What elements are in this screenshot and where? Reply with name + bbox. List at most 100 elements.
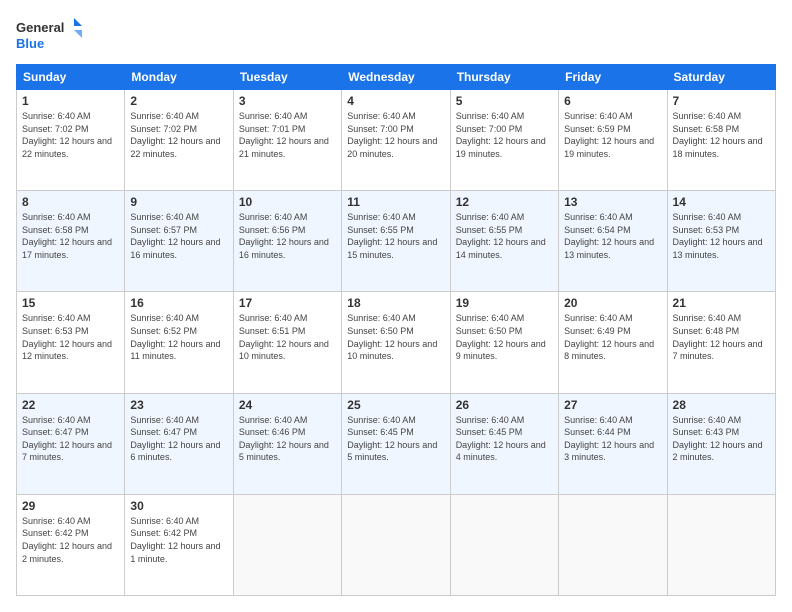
day-info: Sunrise: 6:40 AMSunset: 6:58 PMDaylight:… xyxy=(22,211,119,261)
day-info: Sunrise: 6:40 AMSunset: 6:48 PMDaylight:… xyxy=(673,312,770,362)
day-info: Sunrise: 6:40 AMSunset: 6:46 PMDaylight:… xyxy=(239,414,336,464)
weekday-header-monday: Monday xyxy=(125,65,233,90)
day-info: Sunrise: 6:40 AMSunset: 6:58 PMDaylight:… xyxy=(673,110,770,160)
svg-text:General: General xyxy=(16,20,64,35)
day-info: Sunrise: 6:40 AMSunset: 6:42 PMDaylight:… xyxy=(22,515,119,565)
day-number: 18 xyxy=(347,296,444,310)
day-cell-5: 5 Sunrise: 6:40 AMSunset: 7:00 PMDaylight… xyxy=(450,90,558,191)
day-info: Sunrise: 6:40 AMSunset: 7:00 PMDaylight:… xyxy=(347,110,444,160)
day-cell-29: 29 Sunrise: 6:40 AMSunset: 6:42 PMDayligh… xyxy=(17,494,125,595)
empty-cell xyxy=(667,494,775,595)
day-cell-1: 1 Sunrise: 6:40 AMSunset: 7:02 PMDaylight… xyxy=(17,90,125,191)
day-cell-15: 15 Sunrise: 6:40 AMSunset: 6:53 PMDayligh… xyxy=(17,292,125,393)
day-info: Sunrise: 6:40 AMSunset: 6:56 PMDaylight:… xyxy=(239,211,336,261)
day-cell-7: 7 Sunrise: 6:40 AMSunset: 6:58 PMDaylight… xyxy=(667,90,775,191)
day-info: Sunrise: 6:40 AMSunset: 6:44 PMDaylight:… xyxy=(564,414,661,464)
day-number: 12 xyxy=(456,195,553,209)
week-row-2: 8 Sunrise: 6:40 AMSunset: 6:58 PMDaylight… xyxy=(17,191,776,292)
day-info: Sunrise: 6:40 AMSunset: 6:53 PMDaylight:… xyxy=(22,312,119,362)
day-cell-24: 24 Sunrise: 6:40 AMSunset: 6:46 PMDayligh… xyxy=(233,393,341,494)
logo: General Blue xyxy=(16,16,86,56)
day-info: Sunrise: 6:40 AMSunset: 7:02 PMDaylight:… xyxy=(22,110,119,160)
day-number: 13 xyxy=(564,195,661,209)
day-info: Sunrise: 6:40 AMSunset: 7:00 PMDaylight:… xyxy=(456,110,553,160)
day-number: 4 xyxy=(347,94,444,108)
weekday-header-wednesday: Wednesday xyxy=(342,65,450,90)
day-cell-6: 6 Sunrise: 6:40 AMSunset: 6:59 PMDaylight… xyxy=(559,90,667,191)
day-info: Sunrise: 6:40 AMSunset: 6:47 PMDaylight:… xyxy=(22,414,119,464)
empty-cell xyxy=(342,494,450,595)
day-info: Sunrise: 6:40 AMSunset: 6:45 PMDaylight:… xyxy=(347,414,444,464)
day-info: Sunrise: 6:40 AMSunset: 6:50 PMDaylight:… xyxy=(347,312,444,362)
weekday-header-tuesday: Tuesday xyxy=(233,65,341,90)
day-number: 16 xyxy=(130,296,227,310)
day-info: Sunrise: 6:40 AMSunset: 6:57 PMDaylight:… xyxy=(130,211,227,261)
week-row-3: 15 Sunrise: 6:40 AMSunset: 6:53 PMDayligh… xyxy=(17,292,776,393)
day-cell-19: 19 Sunrise: 6:40 AMSunset: 6:50 PMDayligh… xyxy=(450,292,558,393)
svg-text:Blue: Blue xyxy=(16,36,44,51)
day-number: 1 xyxy=(22,94,119,108)
day-info: Sunrise: 6:40 AMSunset: 6:59 PMDaylight:… xyxy=(564,110,661,160)
weekday-header-row: SundayMondayTuesdayWednesdayThursdayFrid… xyxy=(17,65,776,90)
weekday-header-sunday: Sunday xyxy=(17,65,125,90)
day-cell-3: 3Sunrise: 6:40 AMSunset: 7:01 PMDaylight… xyxy=(233,90,341,191)
day-number: 2 xyxy=(130,94,227,108)
day-number: 17 xyxy=(239,296,336,310)
day-number: 28 xyxy=(673,398,770,412)
day-cell-30: 30 Sunrise: 6:40 AMSunset: 6:42 PMDayligh… xyxy=(125,494,233,595)
day-cell-18: 18 Sunrise: 6:40 AMSunset: 6:50 PMDayligh… xyxy=(342,292,450,393)
day-number: 9 xyxy=(130,195,227,209)
day-info: Sunrise: 6:40 AMSunset: 6:45 PMDaylight:… xyxy=(456,414,553,464)
empty-cell xyxy=(233,494,341,595)
day-cell-27: 27 Sunrise: 6:40 AMSunset: 6:44 PMDayligh… xyxy=(559,393,667,494)
day-cell-12: 12 Sunrise: 6:40 AMSunset: 6:55 PMDayligh… xyxy=(450,191,558,292)
weekday-header-thursday: Thursday xyxy=(450,65,558,90)
day-cell-9: 9 Sunrise: 6:40 AMSunset: 6:57 PMDaylight… xyxy=(125,191,233,292)
day-info: Sunrise: 6:40 AMSunset: 6:43 PMDaylight:… xyxy=(673,414,770,464)
day-number: 25 xyxy=(347,398,444,412)
day-number: 15 xyxy=(22,296,119,310)
day-number: 3 xyxy=(239,94,336,108)
header: General Blue xyxy=(16,16,776,56)
day-number: 11 xyxy=(347,195,444,209)
day-number: 24 xyxy=(239,398,336,412)
calendar-table: SundayMondayTuesdayWednesdayThursdayFrid… xyxy=(16,64,776,596)
day-info: Sunrise: 6:40 AMSunset: 6:51 PMDaylight:… xyxy=(239,312,336,362)
week-row-5: 29 Sunrise: 6:40 AMSunset: 6:42 PMDayligh… xyxy=(17,494,776,595)
day-cell-26: 26Sunrise: 6:40 AMSunset: 6:45 PMDayligh… xyxy=(450,393,558,494)
day-number: 29 xyxy=(22,499,119,513)
week-row-4: 22 Sunrise: 6:40 AMSunset: 6:47 PMDayligh… xyxy=(17,393,776,494)
page: General Blue SundayMondayTuesdayWednesda… xyxy=(0,0,792,612)
day-info: Sunrise: 6:40 AMSunset: 7:02 PMDaylight:… xyxy=(130,110,227,160)
day-cell-23: 23Sunrise: 6:40 AMSunset: 6:47 PMDayligh… xyxy=(125,393,233,494)
day-cell-4: 4 Sunrise: 6:40 AMSunset: 7:00 PMDaylight… xyxy=(342,90,450,191)
day-number: 8 xyxy=(22,195,119,209)
empty-cell xyxy=(559,494,667,595)
day-info: Sunrise: 6:40 AMSunset: 6:55 PMDaylight:… xyxy=(347,211,444,261)
day-info: Sunrise: 6:40 AMSunset: 6:52 PMDaylight:… xyxy=(130,312,227,362)
day-number: 19 xyxy=(456,296,553,310)
day-number: 5 xyxy=(456,94,553,108)
day-info: Sunrise: 6:40 AMSunset: 6:42 PMDaylight:… xyxy=(130,515,227,565)
day-number: 7 xyxy=(673,94,770,108)
day-number: 27 xyxy=(564,398,661,412)
day-number: 30 xyxy=(130,499,227,513)
day-cell-14: 14Sunrise: 6:40 AMSunset: 6:53 PMDayligh… xyxy=(667,191,775,292)
day-number: 6 xyxy=(564,94,661,108)
day-info: Sunrise: 6:40 AMSunset: 6:53 PMDaylight:… xyxy=(673,211,770,261)
day-number: 10 xyxy=(239,195,336,209)
day-cell-2: 2 Sunrise: 6:40 AMSunset: 7:02 PMDaylight… xyxy=(125,90,233,191)
weekday-header-friday: Friday xyxy=(559,65,667,90)
day-cell-13: 13Sunrise: 6:40 AMSunset: 6:54 PMDayligh… xyxy=(559,191,667,292)
week-row-1: 1 Sunrise: 6:40 AMSunset: 7:02 PMDaylight… xyxy=(17,90,776,191)
day-cell-17: 17 Sunrise: 6:40 AMSunset: 6:51 PMDayligh… xyxy=(233,292,341,393)
day-cell-8: 8 Sunrise: 6:40 AMSunset: 6:58 PMDaylight… xyxy=(17,191,125,292)
day-info: Sunrise: 6:40 AMSunset: 6:47 PMDaylight:… xyxy=(130,414,227,464)
day-number: 22 xyxy=(22,398,119,412)
empty-cell xyxy=(450,494,558,595)
day-number: 21 xyxy=(673,296,770,310)
day-cell-21: 21 Sunrise: 6:40 AMSunset: 6:48 PMDayligh… xyxy=(667,292,775,393)
day-info: Sunrise: 6:40 AMSunset: 6:50 PMDaylight:… xyxy=(456,312,553,362)
day-info: Sunrise: 6:40 AMSunset: 6:55 PMDaylight:… xyxy=(456,211,553,261)
day-info: Sunrise: 6:40 AMSunset: 6:49 PMDaylight:… xyxy=(564,312,661,362)
